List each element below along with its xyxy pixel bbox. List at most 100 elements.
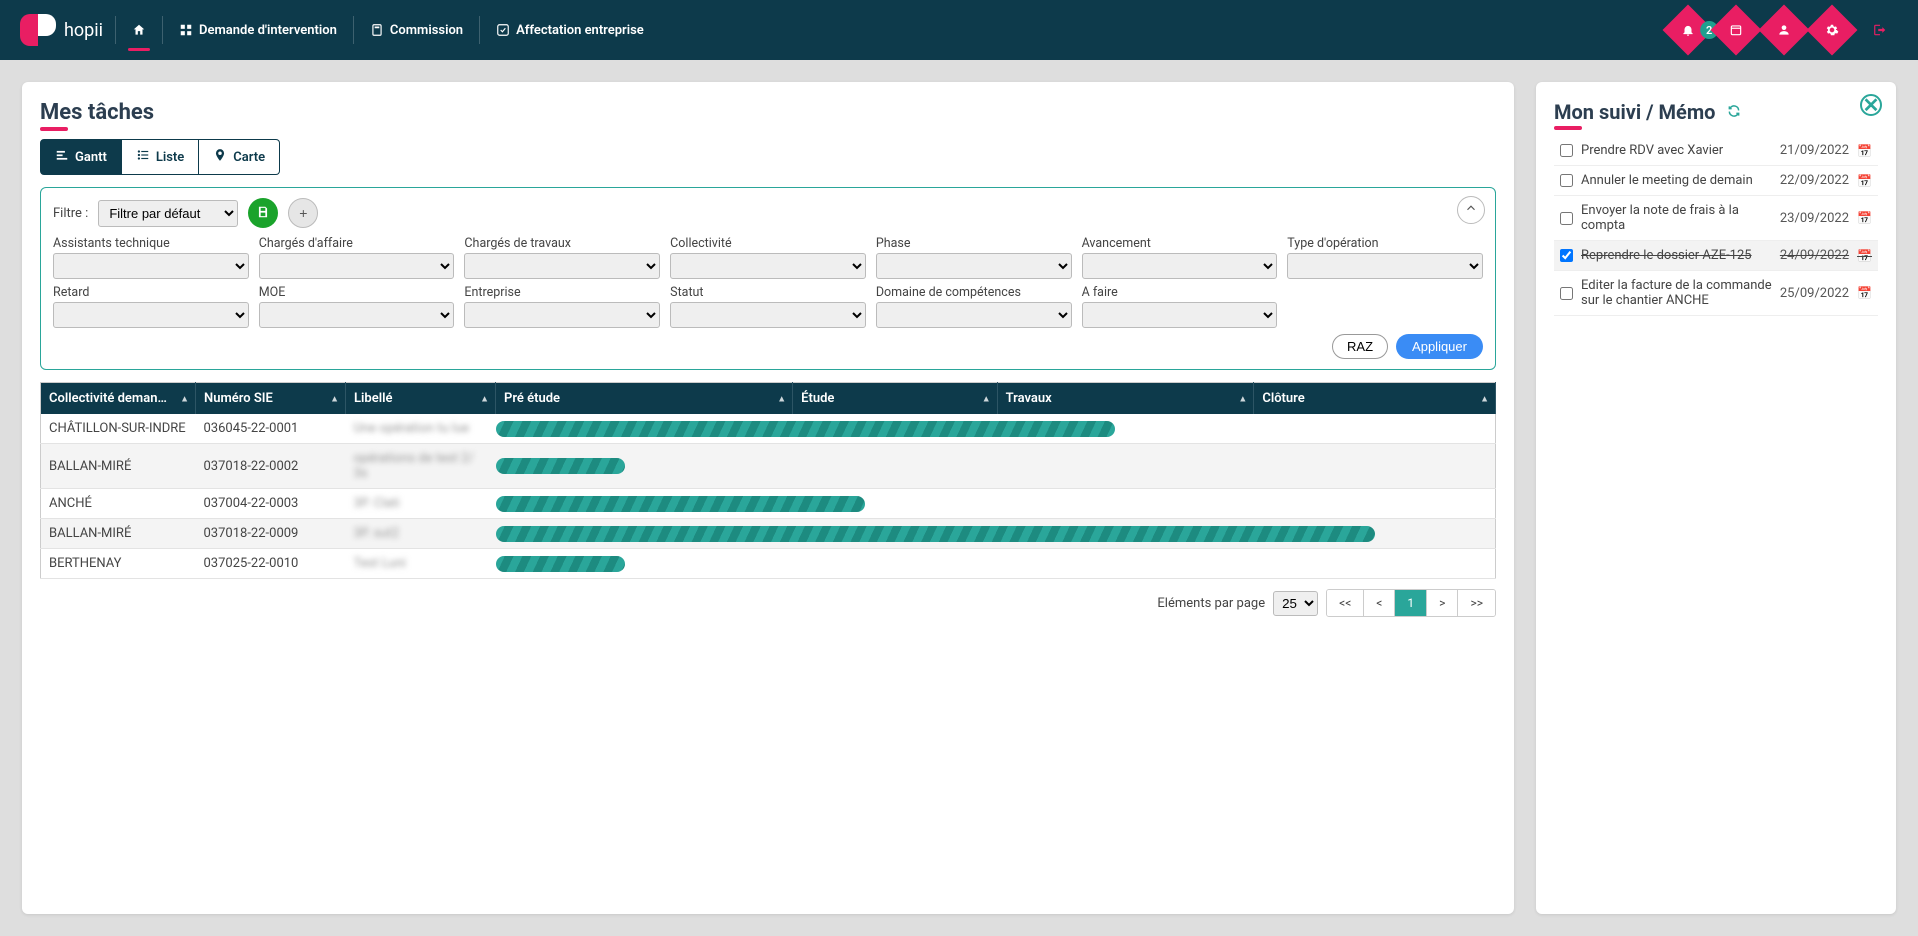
cell-collectivite: BERTHENAY bbox=[41, 549, 196, 579]
memo-title: Mon suivi / Mémo bbox=[1554, 100, 1715, 124]
memo-item[interactable]: Editer la facture de la commande sur le … bbox=[1554, 271, 1878, 316]
filter-panel: Filtre : Filtre par défaut + Assistants … bbox=[40, 187, 1496, 370]
memo-date: 22/09/2022 bbox=[1780, 173, 1849, 188]
filter-domaine-select[interactable] bbox=[876, 302, 1072, 328]
filter-entreprise: Entreprise bbox=[464, 285, 660, 328]
filter-preset-select[interactable]: Filtre par défaut bbox=[98, 200, 238, 227]
brand-logo[interactable]: hopii bbox=[20, 12, 103, 48]
tab-label: Liste bbox=[156, 150, 184, 165]
filter-phase-select[interactable] bbox=[876, 253, 1072, 279]
page-prev[interactable]: < bbox=[1364, 590, 1395, 616]
col-libelle[interactable]: Libellé▲ bbox=[346, 383, 496, 415]
nav-commission[interactable]: Commission bbox=[366, 23, 467, 38]
tab-liste[interactable]: Liste bbox=[122, 139, 199, 175]
calendar-icon: 📅 bbox=[1857, 144, 1872, 158]
memo-item[interactable]: Annuler le meeting de demain22/09/2022📅 bbox=[1554, 166, 1878, 196]
notifications-button[interactable]: 2 bbox=[1663, 5, 1714, 56]
brand-text: hopii bbox=[64, 20, 103, 41]
view-tabs: Gantt Liste Carte bbox=[40, 139, 1496, 175]
table-row[interactable]: BERTHENAY037025-22-0010Test Luni bbox=[41, 549, 1496, 579]
save-filter-button[interactable] bbox=[248, 198, 278, 228]
header-left: hopii Demande d'intervention Commission … bbox=[20, 12, 648, 48]
settings-button[interactable] bbox=[1807, 5, 1858, 56]
page-last[interactable]: >> bbox=[1458, 590, 1495, 616]
filter-avancement-select[interactable] bbox=[1082, 253, 1278, 279]
nav-separator bbox=[353, 16, 354, 44]
reset-button[interactable]: RAZ bbox=[1332, 334, 1388, 359]
memo-checkbox[interactable] bbox=[1560, 212, 1573, 225]
close-icon: ✕ bbox=[1863, 93, 1880, 117]
nav-demande-intervention[interactable]: Demande d'intervention bbox=[175, 23, 341, 38]
filter-top-row: Filtre : Filtre par défaut + bbox=[53, 198, 1483, 228]
cell-collectivite: CHÂTILLON-SUR-INDRE bbox=[41, 414, 196, 444]
close-memo-button[interactable]: ✕ bbox=[1860, 94, 1882, 116]
memo-item[interactable]: Envoyer la note de frais à la compta23/0… bbox=[1554, 196, 1878, 241]
cell-libelle: Test Luni bbox=[346, 549, 496, 579]
filter-type-operation-select[interactable] bbox=[1287, 253, 1483, 279]
filter-a-faire-select[interactable] bbox=[1082, 302, 1278, 328]
nav-home[interactable] bbox=[128, 23, 150, 37]
plus-icon: + bbox=[299, 205, 307, 221]
tasks-table: Collectivité deman…▲ Numéro SIE▲ Libellé… bbox=[40, 382, 1496, 579]
memo-checkbox[interactable] bbox=[1560, 174, 1573, 187]
memo-checkbox[interactable] bbox=[1560, 287, 1573, 300]
filter-moe-select[interactable] bbox=[259, 302, 455, 328]
nav-label: Demande d'intervention bbox=[199, 23, 337, 38]
filter-entreprise-select[interactable] bbox=[464, 302, 660, 328]
cell-gantt bbox=[496, 414, 1496, 444]
per-page-select[interactable]: 25 bbox=[1273, 591, 1318, 616]
tab-carte[interactable]: Carte bbox=[199, 139, 280, 175]
collapse-filter-button[interactable] bbox=[1457, 196, 1485, 224]
sort-icon: ▲ bbox=[1480, 393, 1489, 404]
page-next[interactable]: > bbox=[1427, 590, 1458, 616]
apply-button[interactable]: Appliquer bbox=[1396, 334, 1483, 359]
pagination: Eléments par page 25 << < 1 > >> bbox=[40, 589, 1496, 617]
memo-checkbox[interactable] bbox=[1560, 249, 1573, 262]
memo-item[interactable]: Prendre RDV avec Xavier21/09/2022📅 bbox=[1554, 136, 1878, 166]
filter-charges-affaire-select[interactable] bbox=[259, 253, 455, 279]
filter-collectivite-select[interactable] bbox=[670, 253, 866, 279]
filter-collectivite: Collectivité bbox=[670, 236, 866, 279]
memo-title-row: Mon suivi / Mémo bbox=[1554, 100, 1878, 124]
memo-card: ✕ Mon suivi / Mémo Prendre RDV avec Xavi… bbox=[1536, 82, 1896, 914]
cell-collectivite: BALLAN-MIRÉ bbox=[41, 444, 196, 489]
filter-charges-travaux: Chargés de travaux bbox=[464, 236, 660, 279]
filter-retard-select[interactable] bbox=[53, 302, 249, 328]
gantt-bar bbox=[496, 421, 1116, 437]
col-travaux[interactable]: Travaux▲ bbox=[997, 383, 1254, 415]
table-row[interactable]: ANCHÉ037004-22-00033P. Clati bbox=[41, 489, 1496, 519]
col-numero[interactable]: Numéro SIE▲ bbox=[196, 383, 346, 415]
nav-affectation-entreprise[interactable]: Affectation entreprise bbox=[492, 23, 648, 38]
col-pre-etude[interactable]: Pré étude▲ bbox=[496, 383, 793, 415]
profile-button[interactable] bbox=[1759, 5, 1810, 56]
logout-button[interactable] bbox=[1855, 5, 1906, 56]
table-row[interactable]: BALLAN-MIRÉ037018-22-00093P. sut2 bbox=[41, 519, 1496, 549]
col-collectivite[interactable]: Collectivité deman…▲ bbox=[41, 383, 196, 415]
filter-charges-travaux-select[interactable] bbox=[464, 253, 660, 279]
memo-date: 21/09/2022 bbox=[1780, 143, 1849, 158]
user-icon bbox=[1777, 23, 1791, 37]
cell-numero: 037018-22-0002 bbox=[196, 444, 346, 489]
memo-date: 24/09/2022 bbox=[1780, 248, 1849, 263]
bell-icon bbox=[1681, 23, 1695, 37]
refresh-memo-button[interactable] bbox=[1727, 102, 1741, 123]
cell-libelle: 3P. sut2 bbox=[346, 519, 496, 549]
logo-icon bbox=[20, 12, 56, 48]
calendar-button[interactable] bbox=[1711, 5, 1762, 56]
logout-icon bbox=[1873, 23, 1887, 37]
memo-checkbox[interactable] bbox=[1560, 144, 1573, 157]
tab-gantt[interactable]: Gantt bbox=[40, 139, 122, 175]
sort-icon: ▲ bbox=[982, 393, 991, 404]
chevron-up-icon bbox=[1464, 201, 1478, 219]
col-cloture[interactable]: Clôture▲ bbox=[1254, 383, 1496, 415]
memo-item[interactable]: Reprendre le dossier AZE-12524/09/2022📅 bbox=[1554, 241, 1878, 271]
table-row[interactable]: CHÂTILLON-SUR-INDRE036045-22-0001Une opé… bbox=[41, 414, 1496, 444]
col-etude[interactable]: Étude▲ bbox=[793, 383, 997, 415]
gantt-bar bbox=[496, 556, 626, 572]
table-row[interactable]: BALLAN-MIRÉ037018-22-0002opérations de t… bbox=[41, 444, 1496, 489]
filter-statut-select[interactable] bbox=[670, 302, 866, 328]
page-first[interactable]: << bbox=[1327, 590, 1364, 616]
page-current[interactable]: 1 bbox=[1395, 590, 1427, 616]
add-filter-button[interactable]: + bbox=[288, 198, 318, 228]
filter-assistants-select[interactable] bbox=[53, 253, 249, 279]
